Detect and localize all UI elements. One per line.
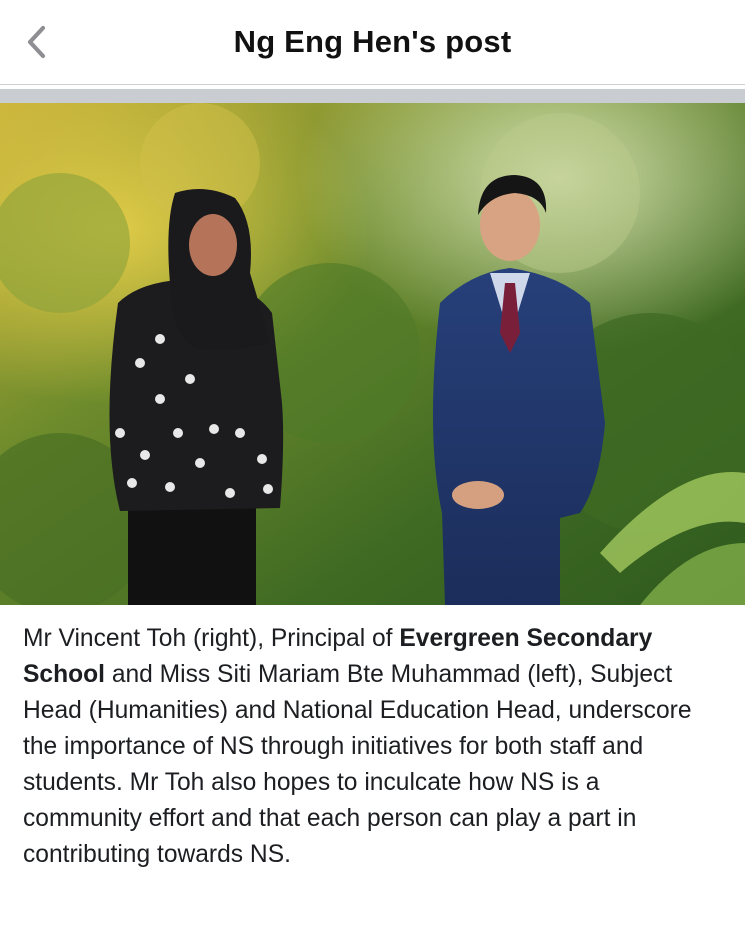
page-title: Ng Eng Hen's post xyxy=(233,24,512,59)
caption-text-rest: and Miss Siti Mariam Bte Muhammad (left)… xyxy=(23,661,692,868)
post-photo[interactable] xyxy=(0,103,745,605)
top-bar: Ng Eng Hen's post xyxy=(0,0,745,85)
photo-image xyxy=(0,103,745,605)
divider xyxy=(0,89,745,103)
caption-text: Mr Vincent Toh (right), Principal of xyxy=(23,625,400,652)
post-caption: Mr Vincent Toh (right), Principal of Eve… xyxy=(0,605,745,873)
back-button[interactable] xyxy=(16,20,56,64)
chevron-left-icon xyxy=(27,25,46,59)
